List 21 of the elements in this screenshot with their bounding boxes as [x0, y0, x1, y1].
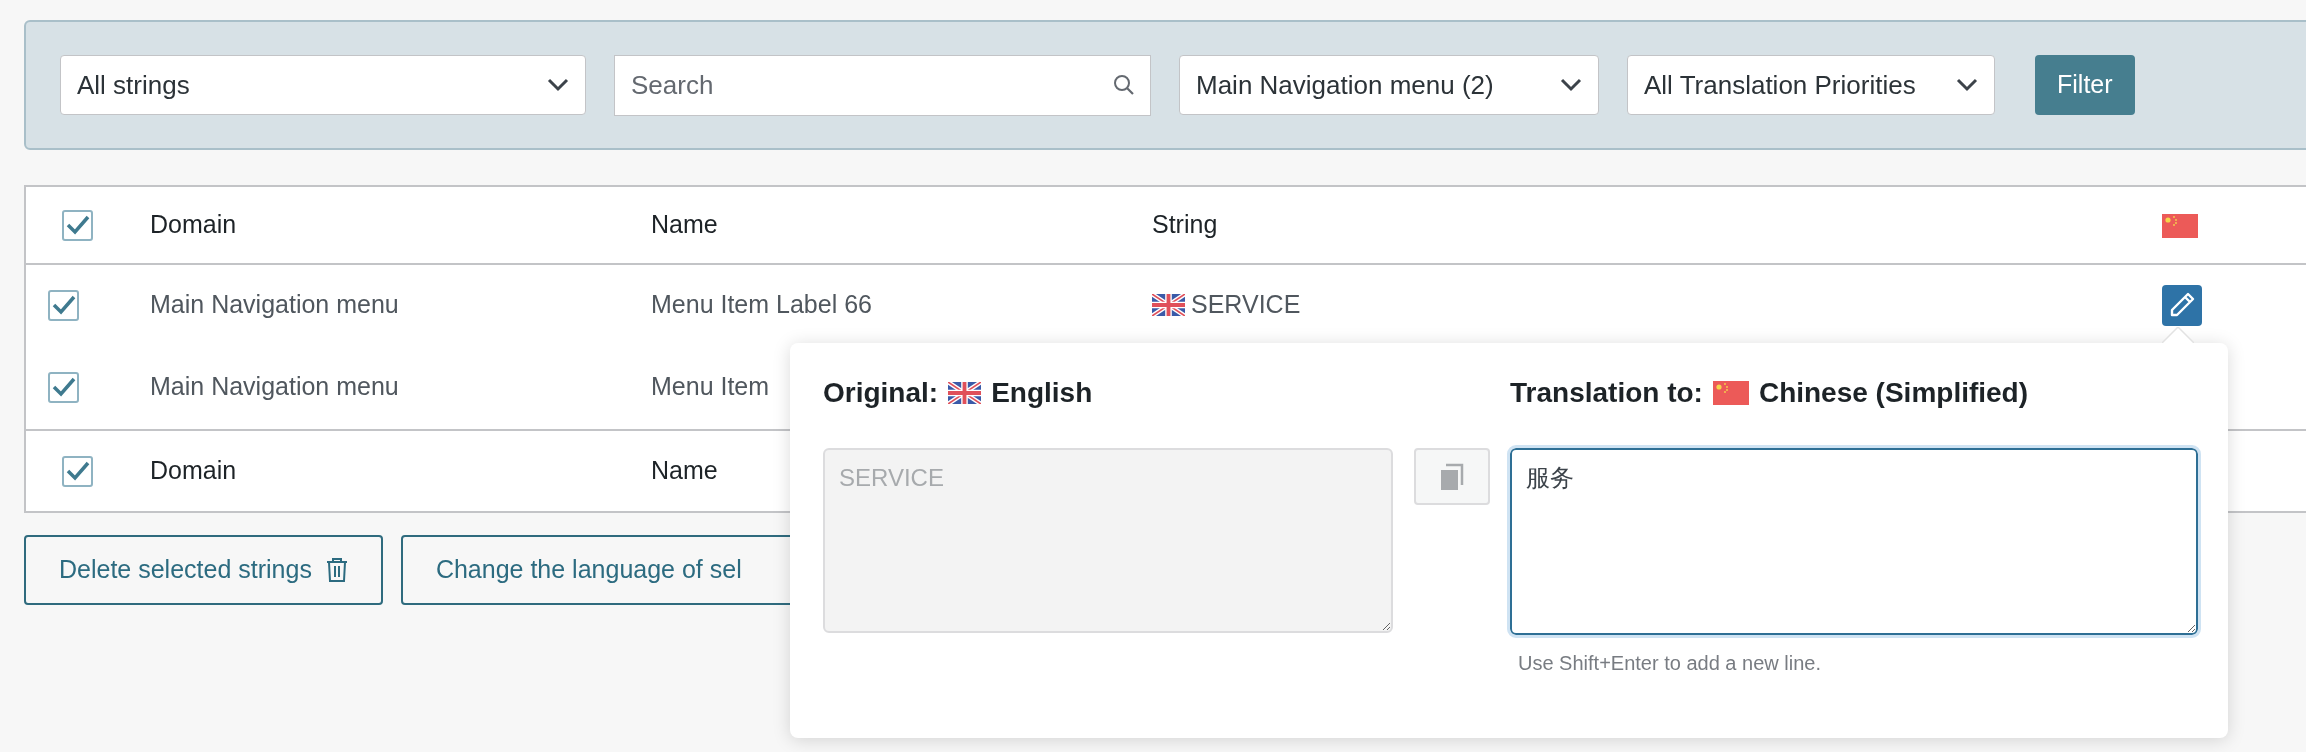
dropdown[interactable]: All Translation Priorities [1627, 55, 1995, 115]
dropdown[interactable]: Main Navigation menu (2) [1179, 55, 1599, 115]
language-name: English [991, 376, 1093, 410]
hint-text: Use Shift+Enter to add a new line. [1517, 651, 1822, 676]
table-cell: Main Navigation menu [150, 290, 399, 319]
language-name: Chinese (Simplified) [1758, 376, 2029, 410]
column-header[interactable]: String [1152, 206, 2162, 244]
search-field[interactable]: Search [614, 54, 1151, 116]
action-button[interactable]: Delete selected strings [24, 535, 383, 605]
table-cell: Menu Item Label 66 [651, 290, 872, 319]
filter-button[interactable]: Filter [2035, 55, 2135, 115]
column-header[interactable]: Domain [150, 206, 651, 244]
column-header[interactable]: Domain [150, 452, 651, 490]
heading-label: Translation to: [1510, 376, 1703, 410]
table-cell: Menu Item [651, 372, 770, 401]
translation-text-field[interactable]: 服务 [1510, 448, 2198, 635]
table-cell-text: SERVICE [1191, 289, 1301, 321]
column-header[interactable]: Name [651, 206, 1152, 244]
table-cell: Main Navigation menu [150, 372, 399, 401]
heading-label: Original: [823, 376, 939, 410]
dropdown[interactable]: All strings [60, 55, 586, 115]
